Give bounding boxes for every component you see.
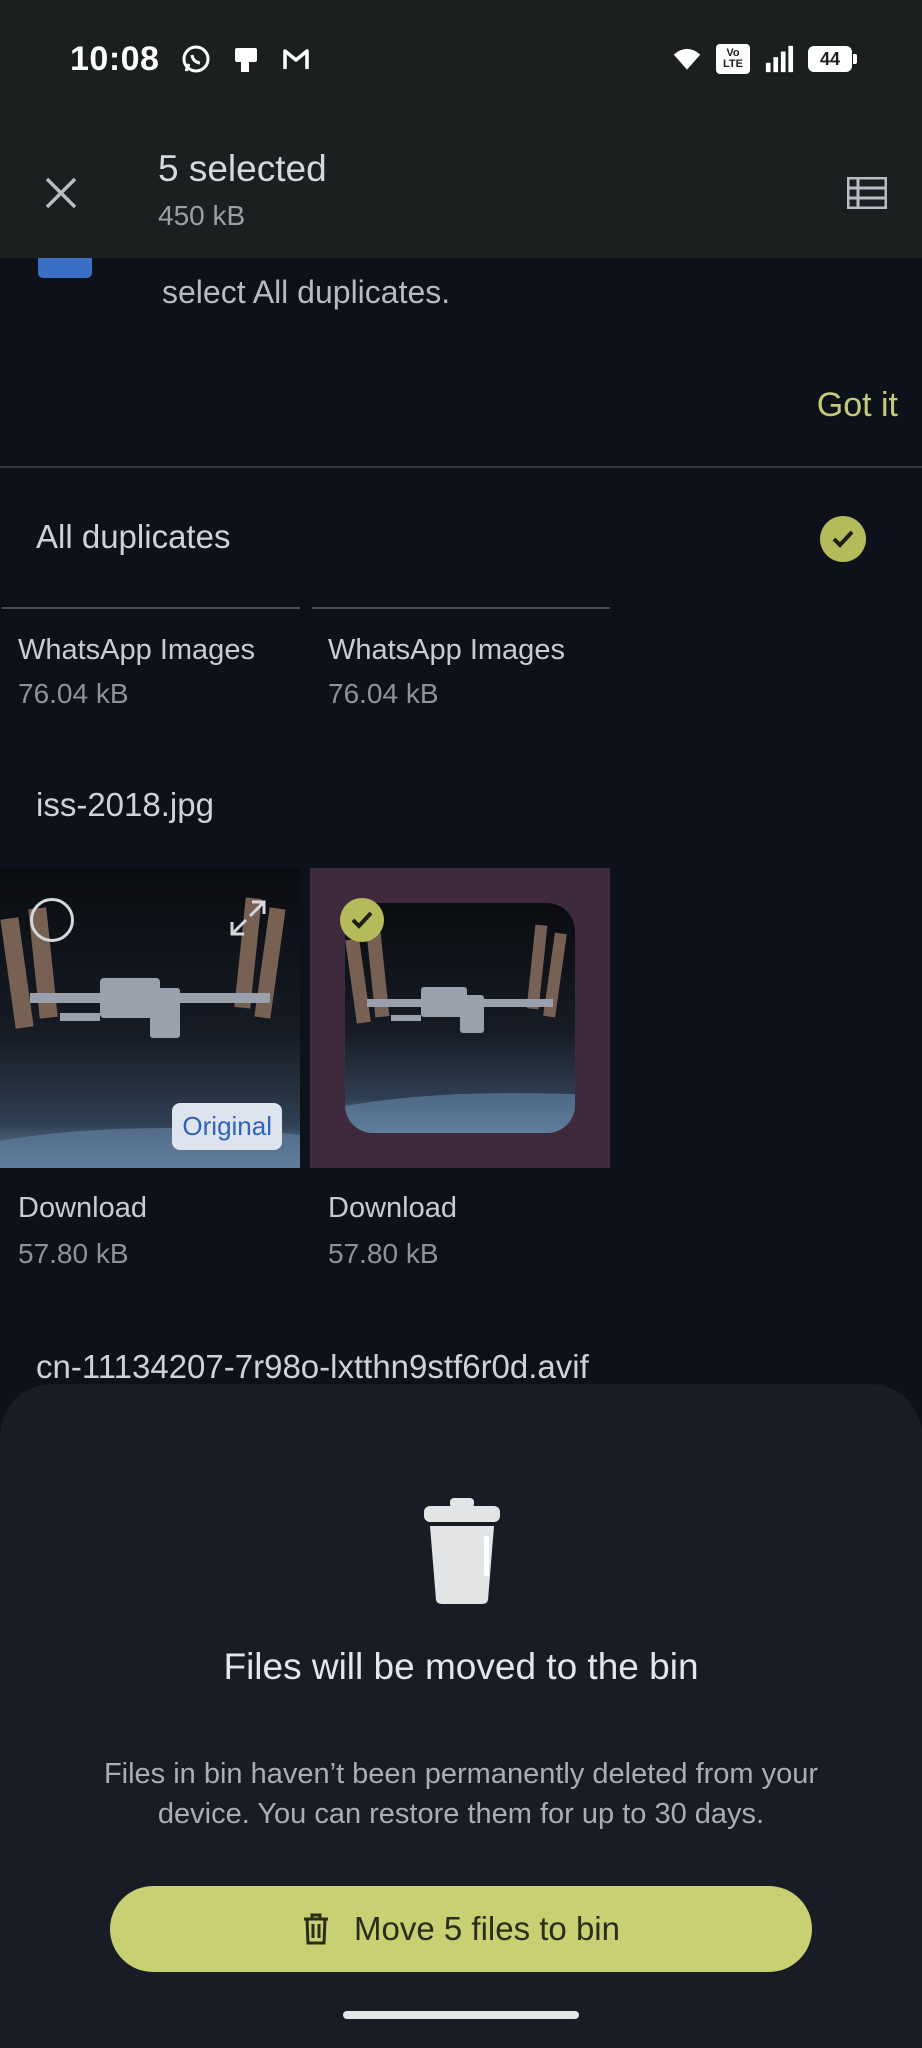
select-circle-unchecked[interactable] — [30, 898, 74, 942]
file-size-label: 57.80 kB — [328, 1238, 439, 1269]
move-to-bin-button[interactable]: Move 5 files to bin — [110, 1886, 812, 1972]
gmail-icon — [281, 44, 311, 74]
delete-icon — [304, 1913, 329, 1945]
close-icon — [45, 177, 77, 209]
file-size-label: 57.80 kB — [18, 1238, 129, 1269]
volte-bottom-label: LTE — [723, 58, 743, 70]
check-icon — [832, 530, 854, 548]
file-folder-label: Download — [328, 1192, 457, 1224]
close-selection-button[interactable] — [36, 168, 86, 218]
home-indicator[interactable] — [343, 2011, 579, 2019]
trash-bin-icon — [424, 1498, 500, 1604]
signal-icon — [764, 44, 794, 74]
all-duplicates-checkbox[interactable] — [820, 516, 866, 562]
duplicate-group-filename: iss-2018.jpg — [36, 786, 214, 823]
sim-card-icon — [231, 44, 261, 74]
duplicate-group-filename: cn-11134207-7r98o-lxtthn9stf6r0d.avif — [36, 1348, 589, 1385]
status-time: 10:08 — [70, 39, 160, 78]
selected-image-inner — [345, 903, 575, 1133]
file-size-label: 76.04 kB — [18, 678, 129, 709]
original-badge: Original — [172, 1103, 282, 1150]
system-icons: Vo LTE 44 — [672, 44, 857, 74]
battery-icon: 44 — [808, 46, 857, 72]
sheet-title: Files will be moved to the bin — [223, 1646, 699, 1687]
sheet-description: Files in bin haven’t been permanently de… — [103, 1758, 819, 1830]
volte-icon: Vo LTE — [716, 44, 750, 74]
file-folder-label: Download — [18, 1192, 147, 1224]
divider — [0, 466, 922, 468]
file-folder-label: WhatsApp Images — [328, 634, 565, 666]
image-thumbnail-original[interactable]: Original — [0, 868, 300, 1168]
status-bar: 10:08 Vo LTE 44 — [0, 0, 922, 118]
all-duplicates-label: All duplicates — [36, 518, 231, 555]
notification-icons — [181, 44, 311, 74]
tile-bottom-edge — [312, 607, 610, 609]
tile-bottom-edge — [2, 607, 300, 609]
select-circle-checked[interactable] — [340, 898, 384, 942]
selection-size: 450 kB — [158, 200, 246, 231]
got-it-button[interactable]: Got it — [817, 386, 898, 425]
expand-icon[interactable] — [228, 898, 268, 938]
check-icon — [351, 911, 373, 929]
view-toggle-button[interactable] — [842, 168, 892, 218]
list-view-icon — [847, 177, 887, 209]
wifi-icon — [672, 44, 702, 74]
selection-count: 5 selected — [158, 148, 327, 189]
file-size-label: 76.04 kB — [328, 678, 439, 709]
selection-app-bar: 5 selected 450 kB — [0, 118, 922, 258]
file-folder-label: WhatsApp Images — [18, 634, 255, 666]
move-to-bin-label: Move 5 files to bin — [354, 1910, 620, 1947]
tip-text: select All duplicates. — [162, 274, 451, 310]
whatsapp-icon — [181, 44, 211, 74]
move-to-bin-bottom-sheet: Files will be moved to the bin Files in … — [0, 1384, 922, 2048]
space-station-image — [345, 924, 567, 1033]
